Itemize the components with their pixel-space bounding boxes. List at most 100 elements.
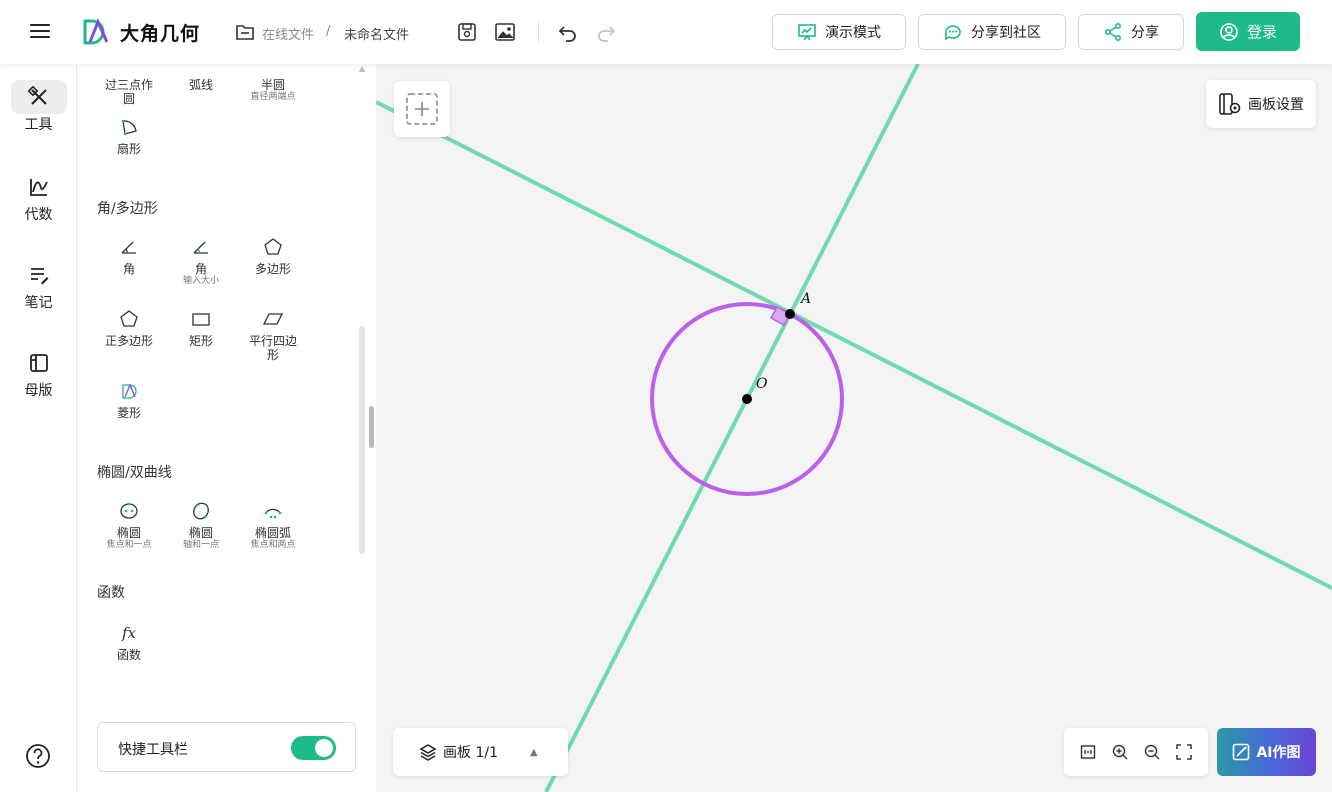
- ai-draw-icon: [1233, 743, 1250, 761]
- logo-icon: [83, 18, 109, 45]
- angle-size-icon: [193, 241, 208, 254]
- graph-icon: [29, 179, 48, 196]
- rail-item-master[interactable]: 母版: [0, 346, 77, 400]
- panel-scrollbar[interactable]: [359, 326, 365, 554]
- breadcrumb-online-files[interactable]: 在线文件: [262, 24, 314, 43]
- ai-drawing-button[interactable]: AI作图: [1217, 728, 1316, 776]
- tool-sublabel: 焦点和一点: [106, 540, 152, 550]
- parallelogram-icon: [263, 313, 283, 325]
- folder-icon: [236, 25, 254, 40]
- point-o[interactable]: [742, 394, 752, 404]
- tool-ellipse-foci-point[interactable]: 椭圆 焦点和一点: [93, 500, 165, 551]
- header-divider: [538, 22, 539, 42]
- tool-regular-polygon[interactable]: 正多边形: [93, 308, 165, 348]
- tool-ellipse-arc[interactable]: 椭圆弧 焦点和两点: [237, 500, 309, 551]
- quick-toolbar-toggle[interactable]: [291, 736, 336, 760]
- top-header: 大角几何 在线文件 / 未命名文件 演示模式 分享到社区 分享 登录: [0, 0, 1332, 64]
- chat-icon: [945, 25, 961, 41]
- tool-label: 函数: [116, 648, 141, 662]
- board-pages-selector[interactable]: 画板 1/1 ▲: [393, 728, 568, 776]
- zoom-out-icon[interactable]: [1143, 743, 1161, 761]
- geometry-canvas[interactable]: A O 画板设置 画板 1/1 ▲ AI作图: [376, 64, 1332, 792]
- tool-rhombus[interactable]: 菱形: [93, 380, 165, 420]
- section-title-ellipse: 椭圆/双曲线: [97, 465, 172, 481]
- ai-drawing-label: AI作图: [1256, 745, 1301, 761]
- share-icon: [1104, 22, 1122, 42]
- tool-angle-input-size[interactable]: 角 输入大小: [165, 236, 237, 287]
- point-a-label: A: [801, 291, 812, 307]
- image-export-icon[interactable]: [494, 21, 516, 43]
- tool-label: 角: [122, 262, 135, 276]
- ellipse-axis-icon: [193, 502, 209, 520]
- tool-semicircle[interactable]: 半圆 直径两端点: [237, 64, 309, 103]
- rail-item-algebra[interactable]: 代数: [0, 170, 77, 224]
- ellipse-icon: [120, 502, 138, 519]
- tools-icon: [27, 86, 47, 105]
- rail-item-tools[interactable]: 工具: [0, 80, 77, 134]
- board-pages-label: 画板 1/1: [443, 745, 498, 761]
- hamburger-menu-icon[interactable]: [30, 20, 58, 44]
- tool-ellipse-axis-point[interactable]: 椭圆 轴和一点: [165, 500, 237, 551]
- scroll-up-arrow[interactable]: ▲: [359, 64, 367, 73]
- tool-label: 菱形: [116, 406, 141, 420]
- rail-item-label: 工具: [24, 117, 53, 133]
- tool-label: 角: [194, 262, 207, 276]
- tool-label: 多边形: [254, 262, 291, 276]
- quick-toolbar-label: 快捷工具栏: [118, 742, 188, 758]
- board-settings-label: 画板设置: [1248, 97, 1304, 113]
- tool-sector[interactable]: 扇形: [93, 116, 165, 156]
- tool-sublabel: 输入大小: [182, 276, 219, 286]
- rhombus-icon: [122, 383, 137, 399]
- tool-parallelogram[interactable]: 平行四边形: [237, 308, 309, 362]
- help-icon[interactable]: [25, 743, 51, 769]
- undo-icon[interactable]: [557, 21, 579, 43]
- panel-resize-handle[interactable]: [369, 406, 374, 448]
- point-a[interactable]: [785, 309, 795, 319]
- regular-pentagon-icon: [120, 310, 138, 327]
- layers-icon: [419, 744, 437, 761]
- breadcrumb-file-name[interactable]: 未命名文件: [344, 24, 409, 43]
- tool-label: 椭圆弧: [254, 526, 291, 540]
- geometry-drawing: [376, 64, 1332, 792]
- ellipse-arc-icon: [264, 508, 282, 519]
- line-through-o-and-a[interactable]: [544, 64, 920, 792]
- tool-sublabel: 直径两端点: [250, 92, 296, 102]
- point-o-label: O: [756, 376, 768, 392]
- login-button[interactable]: 登录: [1196, 12, 1300, 51]
- share-label: 分享: [1131, 25, 1159, 41]
- rectangle-icon: [192, 313, 210, 326]
- add-page-button[interactable]: [394, 81, 450, 137]
- rail-item-notes[interactable]: 笔记: [0, 258, 77, 312]
- login-label: 登录: [1246, 23, 1277, 41]
- save-icon[interactable]: [456, 21, 478, 43]
- tool-arc[interactable]: 弧线: [165, 64, 237, 92]
- tool-polygon[interactable]: 多边形: [237, 236, 309, 276]
- quick-toolbar-setting: 快捷工具栏: [97, 722, 356, 772]
- fullscreen-icon[interactable]: [1175, 743, 1193, 761]
- sector-icon: [121, 119, 137, 136]
- tangent-line[interactable]: [376, 100, 1332, 590]
- presentation-mode-button[interactable]: 演示模式: [772, 14, 906, 50]
- share-to-community-button[interactable]: 分享到社区: [918, 14, 1066, 50]
- tool-function[interactable]: fx 函数: [93, 622, 165, 662]
- fit-view-icon[interactable]: [1079, 743, 1097, 761]
- tool-label: 椭圆: [116, 526, 141, 540]
- board-settings-icon: [1219, 93, 1241, 115]
- board-settings-button[interactable]: 画板设置: [1206, 80, 1316, 128]
- zoom-in-icon[interactable]: [1111, 743, 1129, 761]
- chevron-up-icon[interactable]: ▲: [530, 747, 538, 758]
- tool-circle-three-points[interactable]: 过三点作圆: [93, 64, 165, 106]
- tool-label: 半圆: [260, 78, 285, 92]
- notes-icon: [30, 268, 48, 285]
- breadcrumb-separator: /: [326, 24, 331, 39]
- angle-icon: [121, 241, 136, 254]
- tool-rectangle[interactable]: 矩形: [165, 308, 237, 348]
- tool-label: 弧线: [188, 78, 213, 92]
- rail-item-label: 代数: [24, 207, 53, 223]
- tool-angle[interactable]: 角: [93, 236, 165, 276]
- presentation-mode-label: 演示模式: [825, 25, 881, 41]
- redo-icon[interactable]: [595, 21, 617, 43]
- section-title-angle-polygon: 角/多边形: [97, 201, 158, 217]
- tool-sublabel: 焦点和两点: [250, 540, 296, 550]
- share-button[interactable]: 分享: [1078, 14, 1184, 50]
